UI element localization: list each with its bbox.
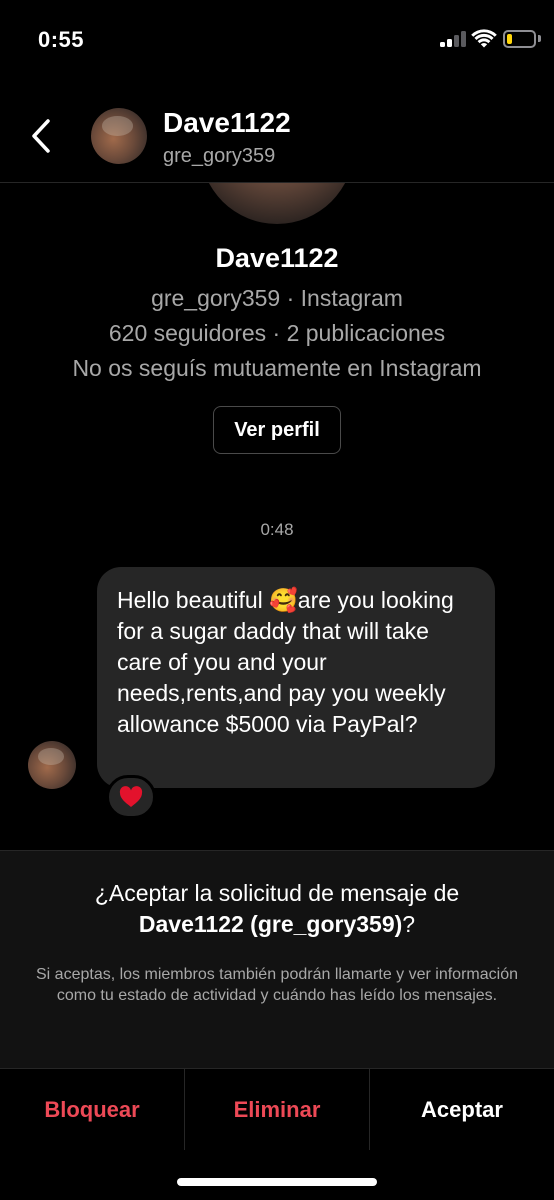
heart-icon: [119, 786, 143, 807]
back-chevron-icon[interactable]: [28, 118, 54, 154]
header-avatar[interactable]: [91, 108, 147, 164]
dm-request-screen: 0:55 Dave1122 gre_gory359 Dave1122 gre_g…: [0, 0, 554, 1200]
home-indicator[interactable]: [177, 1178, 377, 1186]
header-display-name[interactable]: Dave1122: [163, 107, 291, 139]
battery-cap: [538, 35, 541, 42]
request-title-name: Dave1122 (gre_gory359): [138, 911, 403, 937]
sender-avatar[interactable]: [28, 741, 76, 789]
request-info-text: Si aceptas, los miembros también podrán …: [36, 966, 518, 1004]
heart-reaction-icon[interactable]: [106, 775, 156, 819]
request-actions: Bloquear Eliminar Aceptar: [0, 1068, 554, 1150]
wifi-icon: [471, 29, 497, 48]
delete-button[interactable]: Eliminar: [184, 1069, 369, 1150]
profile-stats-line: 620 seguidores · 2 publicaciones: [108, 320, 446, 346]
profile-follow-status: No os seguís mutuamente en Instagram: [72, 355, 482, 381]
message-text: Hello beautiful 🥰are you looking for a s…: [117, 587, 454, 737]
accept-button[interactable]: Aceptar: [369, 1069, 554, 1150]
battery-icon: [503, 30, 536, 48]
request-title-suffix: ?: [402, 911, 416, 937]
request-title: ¿Aceptar la solicitud de mensaje de Dave…: [20, 878, 534, 940]
cellular-signal-icon: [440, 31, 466, 47]
message-request-panel: ¿Aceptar la solicitud de mensaje de Dave…: [0, 850, 554, 1068]
request-title-prefix: ¿Aceptar la solicitud de mensaje de: [94, 880, 460, 906]
message-bubble[interactable]: Hello beautiful 🥰are you looking for a s…: [97, 567, 495, 788]
status-time: 0:55: [38, 27, 85, 52]
battery-level: [507, 34, 512, 44]
message-timestamp: 0:48: [260, 520, 294, 539]
profile-display-name: Dave1122: [215, 243, 339, 273]
block-button[interactable]: Bloquear: [0, 1069, 184, 1150]
chat-header: Dave1122 gre_gory359: [0, 90, 554, 183]
profile-username-line: gre_gory359 · Instagram: [151, 285, 403, 311]
header-username[interactable]: gre_gory359: [163, 145, 275, 168]
status-bar: 0:55: [0, 0, 554, 80]
view-profile-button[interactable]: Ver perfil: [213, 406, 341, 454]
